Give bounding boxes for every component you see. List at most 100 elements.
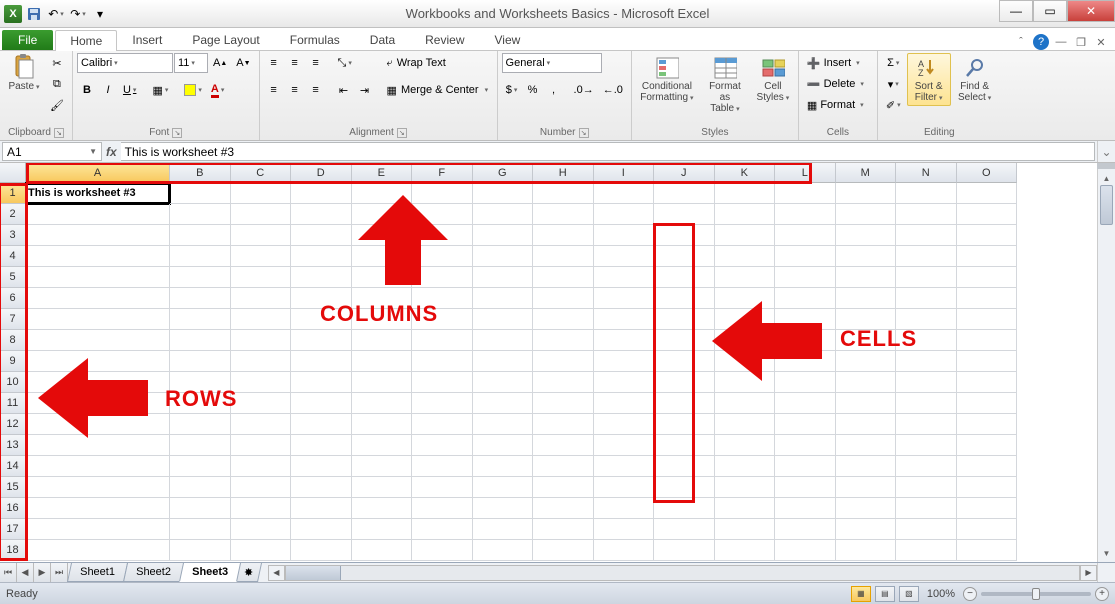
cell-M3[interactable]	[836, 225, 897, 246]
cell-K18[interactable]	[715, 540, 776, 561]
cell-B8[interactable]	[170, 330, 231, 351]
cell-I18[interactable]	[594, 540, 655, 561]
cell-O1[interactable]	[957, 183, 1018, 204]
cell-I16[interactable]	[594, 498, 655, 519]
cell-M18[interactable]	[836, 540, 897, 561]
qat-customize-button[interactable]: ▾	[90, 4, 110, 24]
cell-J10[interactable]	[654, 372, 715, 393]
cell-O18[interactable]	[957, 540, 1018, 561]
cell-D14[interactable]	[291, 456, 352, 477]
cell-I14[interactable]	[594, 456, 655, 477]
cell-H14[interactable]	[533, 456, 594, 477]
column-header-B[interactable]: B	[170, 163, 231, 183]
cell-E6[interactable]	[352, 288, 413, 309]
cell-N12[interactable]	[896, 414, 957, 435]
cell-F12[interactable]	[412, 414, 473, 435]
clipboard-launcher[interactable]: ↘	[54, 128, 64, 138]
autosum-button[interactable]: Σ	[882, 53, 905, 73]
minimize-ribbon-button[interactable]: ˆ	[1013, 34, 1029, 50]
cell-F5[interactable]	[412, 267, 473, 288]
cell-A4[interactable]	[26, 246, 170, 267]
cut-button[interactable]: ✂	[46, 53, 68, 73]
cell-F8[interactable]	[412, 330, 473, 351]
cell-M2[interactable]	[836, 204, 897, 225]
cell-M1[interactable]	[836, 183, 897, 204]
cell-F11[interactable]	[412, 393, 473, 414]
wrap-text-button[interactable]: ⤶Wrap Text	[383, 53, 493, 73]
cell-A15[interactable]	[26, 477, 170, 498]
cell-A8[interactable]	[26, 330, 170, 351]
cell-K6[interactable]	[715, 288, 776, 309]
cell-C7[interactable]	[231, 309, 292, 330]
cell-J11[interactable]	[654, 393, 715, 414]
redo-button[interactable]: ↷	[68, 4, 88, 24]
cell-B14[interactable]	[170, 456, 231, 477]
cell-J6[interactable]	[654, 288, 715, 309]
cell-H10[interactable]	[533, 372, 594, 393]
cell-K5[interactable]	[715, 267, 776, 288]
cell-N6[interactable]	[896, 288, 957, 309]
cell-I13[interactable]	[594, 435, 655, 456]
cell-J2[interactable]	[654, 204, 715, 225]
cell-M11[interactable]	[836, 393, 897, 414]
cell-C12[interactable]	[231, 414, 292, 435]
cell-N18[interactable]	[896, 540, 957, 561]
minimize-button[interactable]: —	[999, 0, 1033, 22]
bold-button[interactable]: B	[77, 80, 97, 100]
paste-button[interactable]: Paste	[4, 53, 44, 95]
column-header-L[interactable]: L	[775, 163, 836, 183]
cell-O12[interactable]	[957, 414, 1018, 435]
scroll-down-button[interactable]: ▼	[1098, 544, 1115, 562]
cell-A12[interactable]	[26, 414, 170, 435]
cell-O16[interactable]	[957, 498, 1018, 519]
number-launcher[interactable]: ↘	[579, 128, 589, 138]
cell-G8[interactable]	[473, 330, 534, 351]
cell-N3[interactable]	[896, 225, 957, 246]
zoom-out-button[interactable]: −	[963, 587, 977, 601]
zoom-in-button[interactable]: +	[1095, 587, 1109, 601]
row-header-7[interactable]: 7	[0, 309, 26, 330]
cell-C1[interactable]	[231, 183, 292, 204]
font-launcher[interactable]: ↘	[172, 128, 182, 138]
column-header-G[interactable]: G	[473, 163, 534, 183]
cell-E13[interactable]	[352, 435, 413, 456]
cell-O5[interactable]	[957, 267, 1018, 288]
cell-F1[interactable]	[412, 183, 473, 204]
format-as-table-button[interactable]: Format as Table	[700, 53, 750, 117]
row-header-5[interactable]: 5	[0, 267, 26, 288]
tab-file[interactable]: File	[2, 30, 53, 50]
vertical-scrollbar[interactable]: ▲ ▼	[1097, 163, 1115, 562]
cell-K1[interactable]	[715, 183, 776, 204]
column-header-F[interactable]: F	[412, 163, 473, 183]
column-header-D[interactable]: D	[291, 163, 352, 183]
cell-B10[interactable]	[170, 372, 231, 393]
format-cells-button[interactable]: ▦Format	[803, 95, 873, 115]
decrease-font-button[interactable]: A▼	[232, 53, 254, 73]
cell-N15[interactable]	[896, 477, 957, 498]
cell-G15[interactable]	[473, 477, 534, 498]
cell-E12[interactable]	[352, 414, 413, 435]
cell-H11[interactable]	[533, 393, 594, 414]
cell-B17[interactable]	[170, 519, 231, 540]
row-header-4[interactable]: 4	[0, 246, 26, 267]
cell-H9[interactable]	[533, 351, 594, 372]
cell-B6[interactable]	[170, 288, 231, 309]
cell-M5[interactable]	[836, 267, 897, 288]
cell-L7[interactable]	[775, 309, 836, 330]
decrease-decimal-button[interactable]: ←.0	[599, 80, 627, 100]
cell-O14[interactable]	[957, 456, 1018, 477]
select-all-button[interactable]	[0, 163, 26, 183]
align-center-button[interactable]: ≡	[285, 80, 305, 100]
cell-N5[interactable]	[896, 267, 957, 288]
cell-area[interactable]: This is worksheet #3	[26, 183, 1097, 562]
cell-H4[interactable]	[533, 246, 594, 267]
cell-C2[interactable]	[231, 204, 292, 225]
align-middle-button[interactable]: ≡	[285, 53, 305, 73]
cell-F13[interactable]	[412, 435, 473, 456]
cell-K8[interactable]	[715, 330, 776, 351]
doc-close-button[interactable]: ✕	[1093, 34, 1109, 50]
cell-C17[interactable]	[231, 519, 292, 540]
cell-E4[interactable]	[352, 246, 413, 267]
cell-I5[interactable]	[594, 267, 655, 288]
cell-F6[interactable]	[412, 288, 473, 309]
